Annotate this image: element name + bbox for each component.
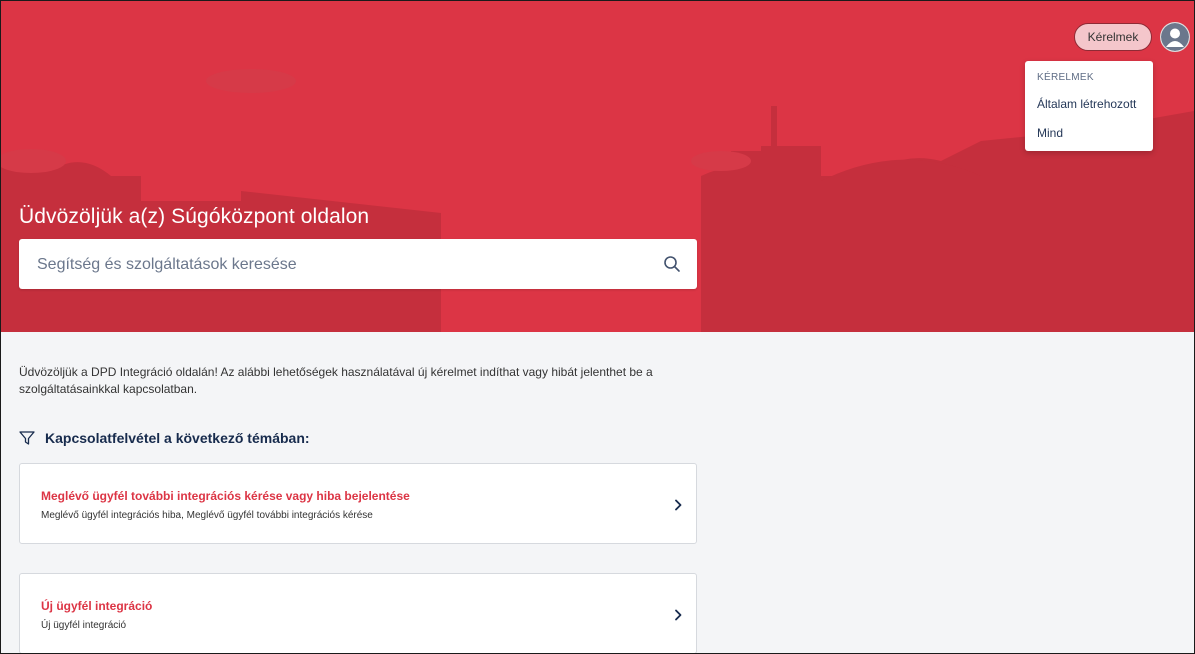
- user-avatar-icon[interactable]: [1160, 22, 1190, 52]
- dropdown-header: KÉRELMEK: [1037, 72, 1094, 83]
- hero-banner: Üdvözöljük a(z) Súgóközpont oldalon Kére…: [1, 1, 1194, 332]
- menu-item-created-by-me[interactable]: Általam létrehozott: [1037, 97, 1136, 111]
- filter-icon: [19, 431, 35, 445]
- menu-item-all[interactable]: Mind: [1037, 126, 1063, 140]
- search-input[interactable]: [35, 239, 659, 291]
- card-description: Meglévő ügyfél integrációs hiba, Meglévő…: [41, 510, 373, 521]
- card-title: Meglévő ügyfél további integrációs kérés…: [41, 489, 410, 503]
- topics-heading-label: Kapcsolatfelvétel a következő témában:: [45, 430, 310, 446]
- requests-dropdown-menu: KÉRELMEK Általam létrehozott Mind: [1025, 61, 1153, 151]
- card-title: Új ügyfél integráció: [41, 599, 153, 613]
- requests-button[interactable]: Kérelmek: [1074, 23, 1152, 51]
- topic-card-existing-customer[interactable]: Meglévő ügyfél további integrációs kérés…: [19, 463, 697, 544]
- topics-heading: Kapcsolatfelvétel a következő témában:: [19, 430, 310, 446]
- chevron-right-icon: [675, 499, 682, 511]
- topic-card-new-customer[interactable]: Új ügyfél integráció Új ügyfél integráci…: [19, 573, 697, 653]
- chevron-right-icon: [675, 609, 682, 621]
- card-description: Új ügyfél integráció: [41, 620, 127, 631]
- intro-text: Üdvözöljük a DPD Integráció oldalán! Az …: [19, 365, 653, 396]
- page-title: Üdvözöljük a(z) Súgóközpont oldalon: [19, 205, 370, 228]
- search-box: [19, 239, 697, 291]
- search-icon[interactable]: [663, 255, 681, 273]
- app-frame: Üdvözöljük a(z) Súgóközpont oldalon Kére…: [0, 0, 1195, 654]
